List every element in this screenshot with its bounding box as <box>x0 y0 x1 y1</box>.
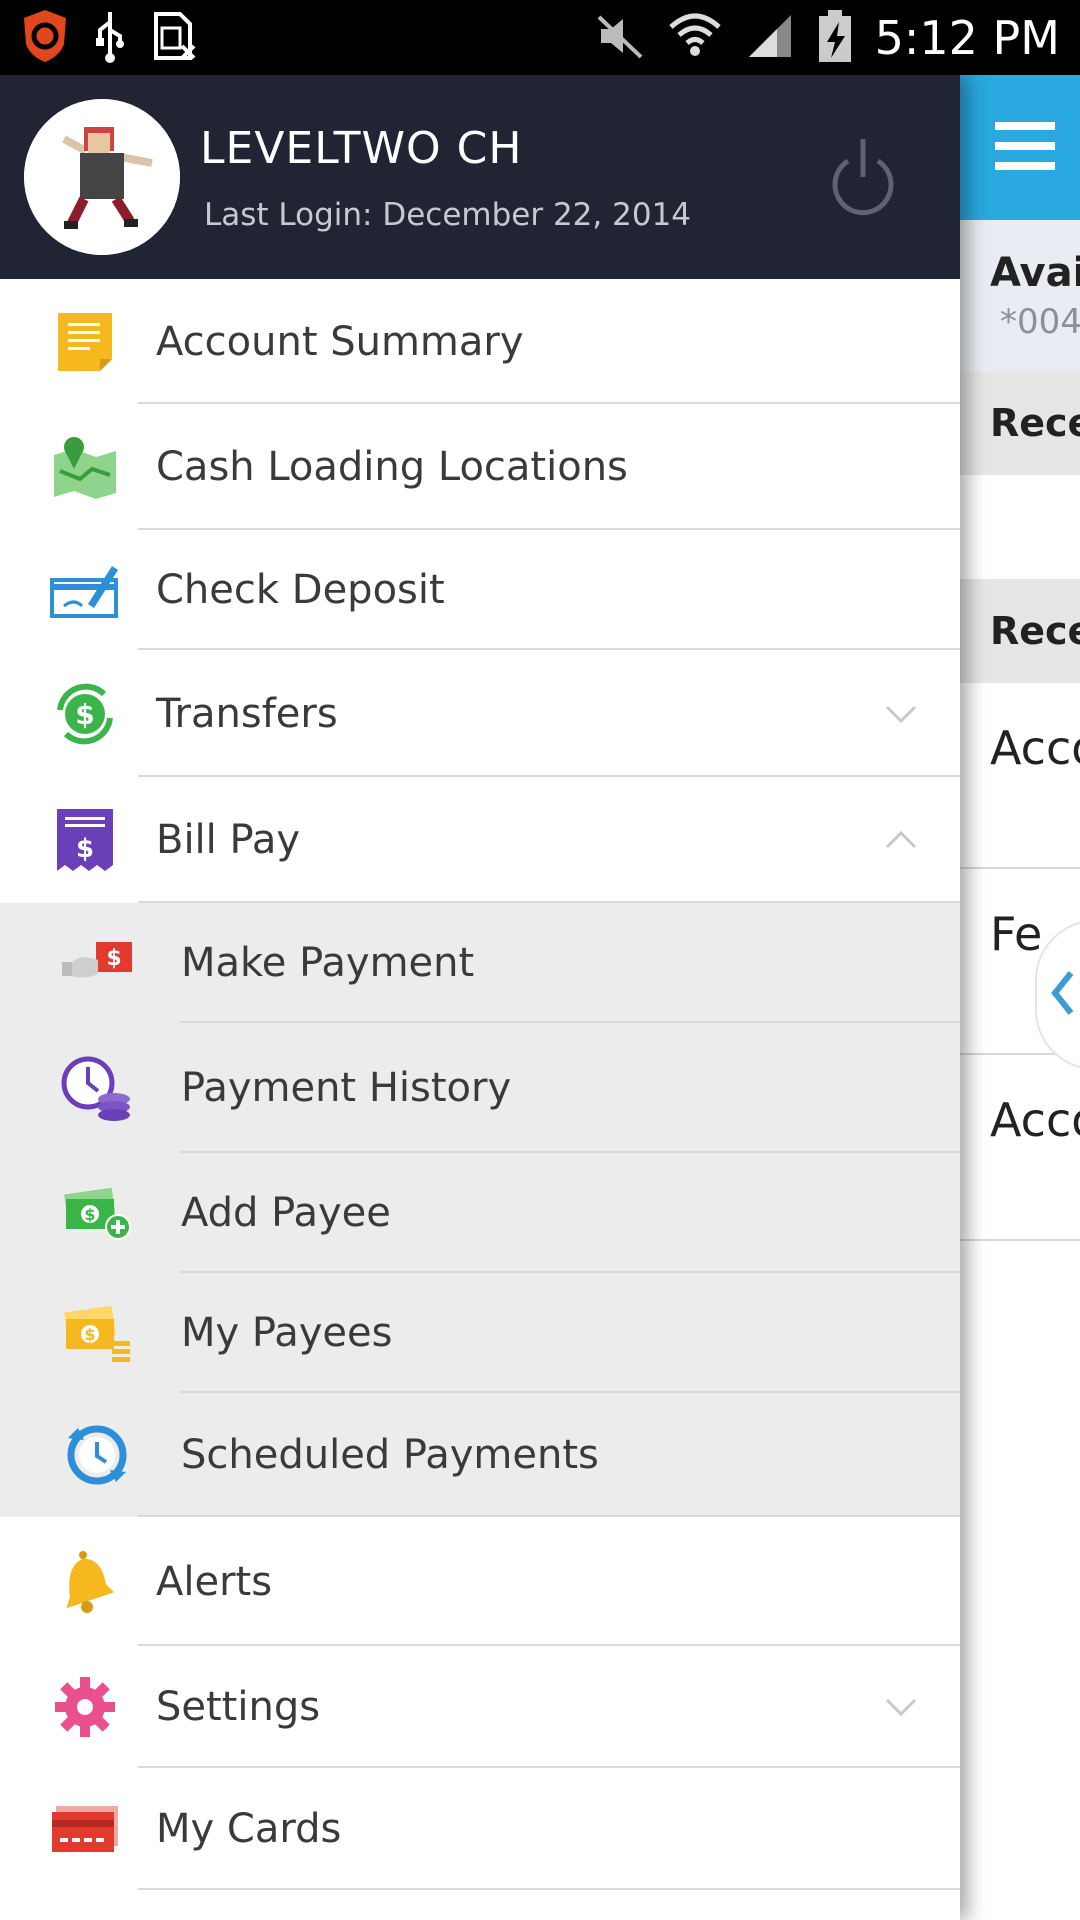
menu-item-alerts[interactable]: Alerts <box>0 1517 960 1646</box>
battery-charging-icon <box>817 8 853 68</box>
menu-item-add-payee[interactable]: $ Add Payee <box>0 1153 960 1273</box>
shield-app-icon <box>20 8 70 68</box>
account-number: *004 <box>1000 302 1080 342</box>
last-login: Last Login: December 22, 2014 <box>204 197 692 233</box>
navigation-drawer: LEVELTWO CH Last Login: December 22, 201… <box>0 75 960 1920</box>
drawer-menu: Account Summary Cash Loading Locations C… <box>0 279 960 1890</box>
svg-text:$: $ <box>84 1325 95 1344</box>
power-icon[interactable] <box>828 133 898 219</box>
signal-icon <box>745 11 795 65</box>
clock-coins-icon <box>60 1051 134 1125</box>
menu-item-label: Alerts <box>156 1558 273 1605</box>
profile-header: LEVELTWO CH Last Login: December 22, 201… <box>0 75 960 279</box>
status-bar: 5:12 PM <box>0 0 1080 75</box>
chevron-down-icon[interactable] <box>884 1696 918 1718</box>
menu-item-label: My Cards <box>156 1806 342 1852</box>
menu-item-label: Settings <box>156 1684 321 1730</box>
app-header <box>960 75 1080 220</box>
menu-item-my-payees[interactable]: $ My Payees <box>0 1273 960 1393</box>
money-stack-icon: $ <box>60 1296 134 1370</box>
menu-item-account-summary[interactable]: Account Summary <box>0 279 960 404</box>
svg-text:$: $ <box>75 698 94 731</box>
map-pin-icon <box>48 430 122 504</box>
money-plus-icon: $ <box>60 1176 134 1250</box>
menu-item-my-cards[interactable]: My Cards <box>0 1768 960 1890</box>
chevron-left-icon <box>1049 969 1075 1021</box>
menu-item-bill-pay[interactable]: $ Bill Pay <box>0 777 960 903</box>
menu-item-label: Transfers <box>156 690 338 737</box>
chevron-up-icon[interactable] <box>884 829 918 851</box>
section-header: Rece <box>960 371 1080 475</box>
screen: 5:12 PM Avai *004 Rece Rece Acco Fe Acco <box>0 0 1080 1920</box>
user-name: LEVELTWO CH <box>200 123 523 174</box>
chevron-down-icon[interactable] <box>884 703 918 725</box>
avatar[interactable] <box>24 99 180 255</box>
menu-item-label: Payment History <box>181 1065 512 1111</box>
transfer-dollar-icon: $ <box>48 677 122 751</box>
wifi-icon <box>667 11 723 65</box>
background-app: Avai *004 Rece Rece Acco Fe Acco <box>960 75 1080 1920</box>
bill-receipt-icon: $ <box>48 803 122 877</box>
mute-icon <box>595 11 645 65</box>
menu-item-label: Account Summary <box>156 318 524 365</box>
menu-item-label: My Payees <box>181 1310 393 1356</box>
menu-item-label: Make Payment <box>181 940 475 986</box>
menu-item-label: Add Payee <box>181 1190 391 1236</box>
menu-item-make-payment[interactable]: $ Make Payment <box>0 903 960 1023</box>
credit-card-icon <box>48 1792 122 1866</box>
check-deposit-icon <box>48 553 122 627</box>
list-item[interactable]: Acco <box>960 1055 1080 1241</box>
menu-item-payment-history[interactable]: Payment History <box>0 1023 960 1153</box>
available-balance-panel: Avai *004 <box>960 220 1080 371</box>
bell-icon <box>48 1545 122 1619</box>
menu-item-label: Scheduled Payments <box>181 1432 599 1478</box>
menu-item-check-deposit[interactable]: Check Deposit <box>0 530 960 650</box>
clock-refresh-icon <box>60 1418 134 1492</box>
hamburger-menu-icon[interactable] <box>995 120 1055 176</box>
menu-item-settings[interactable]: Settings <box>0 1646 960 1768</box>
usb-icon <box>92 8 128 68</box>
gear-icon <box>48 1670 122 1744</box>
svg-text:$: $ <box>84 1205 95 1224</box>
menu-item-scheduled-payments[interactable]: Scheduled Payments <box>0 1393 960 1517</box>
menu-item-transfers[interactable]: $ Transfers <box>0 650 960 777</box>
balance-label: Avai <box>990 250 1080 296</box>
clock: 5:12 PM <box>874 10 1060 65</box>
svg-text:$: $ <box>106 946 121 971</box>
section-header: Rece <box>960 579 1080 683</box>
menu-item-label: Cash Loading Locations <box>156 444 628 490</box>
hand-dollar-icon: $ <box>60 926 134 1000</box>
sim-missing-icon <box>150 8 198 68</box>
menu-item-label: Check Deposit <box>156 567 445 613</box>
menu-item-label: Bill Pay <box>156 817 301 863</box>
list-item[interactable]: Acco <box>960 683 1080 869</box>
menu-item-cash-loading-locations[interactable]: Cash Loading Locations <box>0 404 960 530</box>
svg-text:$: $ <box>76 834 94 864</box>
notepad-icon <box>48 305 122 379</box>
